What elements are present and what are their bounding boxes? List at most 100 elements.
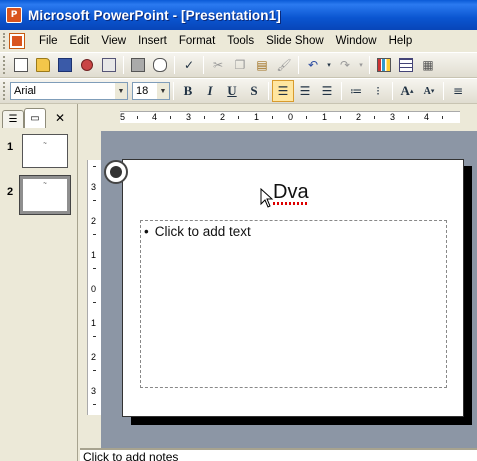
menu-label: Help [388, 35, 413, 47]
ruler-tick [93, 302, 96, 303]
align-right-button[interactable]: ☰ [316, 80, 338, 102]
ruler-label: 1 [91, 318, 97, 328]
ruler-label: 3 [390, 112, 396, 122]
print-preview-icon [153, 58, 167, 72]
more-buttons[interactable]: ≡ [447, 80, 469, 102]
redo-icon: ↷ [339, 58, 351, 72]
ruler-label: 0 [91, 284, 97, 294]
font-name-combo[interactable]: Arial ▼ [10, 82, 128, 100]
menu-tools[interactable]: Tools [221, 31, 260, 51]
italic-button[interactable]: I [199, 80, 221, 102]
ruler-label: 2 [91, 216, 97, 226]
ruler-tick [272, 116, 273, 119]
font-size-combo[interactable]: 18 ▼ [132, 82, 170, 100]
horizontal-ruler[interactable]: 5 4 3 2 1 0 1 2 3 4 [100, 105, 477, 127]
font-size-value: 18 [136, 85, 149, 97]
undo-dropdown[interactable]: ▾ [324, 54, 334, 76]
permission-icon [81, 59, 93, 71]
slide-thumbnail-1[interactable]: ~ [22, 134, 68, 168]
ruler-tick [93, 234, 96, 235]
copy-button[interactable]: ❐ [229, 54, 251, 76]
insert-chart-button[interactable] [373, 54, 395, 76]
cut-button[interactable]: ✂ [207, 54, 229, 76]
bullets-icon: ⁝ [376, 84, 380, 98]
format-painter-icon: 🖌 [276, 58, 292, 72]
body-placeholder[interactable] [140, 220, 447, 388]
format-painter-button[interactable]: 🖌 [273, 54, 295, 76]
indent-icon: ≡ [452, 84, 464, 98]
menu-insert[interactable]: Insert [132, 31, 173, 51]
pane-tabs: ☰ ▭ ✕ [2, 106, 76, 128]
close-icon: ✕ [54, 111, 66, 125]
menu-label: Slide Show [266, 35, 324, 47]
underline-button[interactable]: U [221, 80, 243, 102]
align-center-button[interactable]: ☰ [294, 80, 316, 102]
spelling-squiggle [273, 202, 309, 205]
notes-pane[interactable]: Click to add notes [80, 448, 477, 461]
toolbar-grip[interactable] [3, 56, 7, 74]
chevron-down-icon[interactable]: ▼ [115, 83, 127, 99]
toolbar-separator [392, 82, 393, 100]
tables-borders-button[interactable]: ▦ [417, 54, 439, 76]
paste-button[interactable]: ▤ [251, 54, 273, 76]
ruler-tick [306, 116, 307, 119]
redo-dropdown[interactable]: ▾ [356, 54, 366, 76]
slide-title-text: Dva [273, 181, 309, 203]
ruler-tick [137, 116, 138, 119]
down-arrow-icon: ▾ [430, 87, 435, 95]
menu-label: File [39, 35, 58, 47]
menu-label: Edit [69, 35, 90, 47]
slide-number: 1 [7, 141, 14, 153]
ruler-tick [93, 404, 96, 405]
align-left-button[interactable]: ☰ [272, 80, 294, 102]
body-text[interactable]: • Click to add text [144, 224, 251, 239]
document-icon[interactable] [9, 33, 25, 49]
rotate-handle-icon[interactable] [104, 160, 128, 184]
print-button[interactable] [127, 54, 149, 76]
menu-edit[interactable]: Edit [64, 31, 96, 51]
increase-font-button[interactable]: A ▴ [396, 80, 418, 102]
new-button[interactable] [10, 54, 32, 76]
powerpoint-window: P Microsoft PowerPoint - [Presentation1]… [0, 0, 477, 461]
powerpoint-app-icon[interactable]: P [6, 7, 22, 23]
open-button[interactable] [32, 54, 54, 76]
bullets-button[interactable]: ⁝ [367, 80, 389, 102]
print-preview-button[interactable] [149, 54, 171, 76]
tables-borders-icon: ▦ [422, 58, 434, 72]
spelling-button[interactable]: ✓ [178, 54, 200, 76]
decrease-font-button[interactable]: A ▾ [418, 80, 440, 102]
shadow-button[interactable]: S [243, 80, 265, 102]
outline-tab[interactable]: ☰ [2, 110, 24, 128]
insert-table-button[interactable] [395, 54, 417, 76]
menu-slide-show[interactable]: Slide Show [260, 31, 330, 51]
ruler-label: 4 [152, 112, 158, 122]
redo-button[interactable]: ↷ [334, 54, 356, 76]
save-button[interactable] [54, 54, 76, 76]
menu-window[interactable]: Window [330, 31, 383, 51]
slide-title[interactable]: Dva [273, 181, 309, 205]
notes-placeholder: Click to add notes [83, 450, 179, 461]
chevron-down-icon[interactable]: ▼ [157, 83, 169, 99]
vertical-ruler[interactable]: 3 2 1 0 1 2 3 [87, 160, 101, 415]
ruler-label: 2 [220, 112, 226, 122]
menu-help[interactable]: Help [383, 31, 419, 51]
close-pane-button[interactable]: ✕ [52, 110, 68, 126]
thumb-title: ~ [43, 141, 47, 147]
slides-tab-icon: ▭ [30, 113, 40, 124]
toolbar-grip[interactable] [3, 33, 7, 49]
menu-view[interactable]: View [95, 31, 132, 51]
undo-button[interactable]: ↶ [302, 54, 324, 76]
bold-button[interactable]: B [177, 80, 199, 102]
title-bar[interactable]: P Microsoft PowerPoint - [Presentation1] [0, 0, 477, 30]
permission-button[interactable] [76, 54, 98, 76]
menu-format[interactable]: Format [173, 31, 221, 51]
email-button[interactable] [98, 54, 120, 76]
ruler-tick [374, 116, 375, 119]
ruler-tick [93, 370, 96, 371]
slide-thumbnail-2[interactable]: ~ [19, 175, 71, 215]
toolbar-separator [123, 56, 124, 74]
slides-tab[interactable]: ▭ [24, 108, 46, 128]
menu-file[interactable]: File [33, 31, 64, 51]
numbering-button[interactable]: ≔ [345, 80, 367, 102]
toolbar-grip[interactable] [3, 82, 7, 100]
